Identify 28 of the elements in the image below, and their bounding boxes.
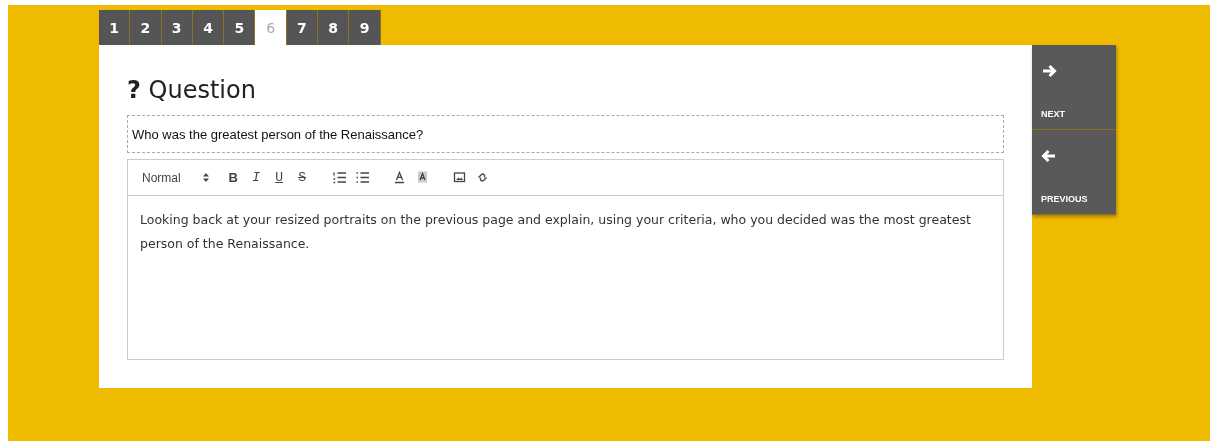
previous-button[interactable]: PREVIOUS (1032, 130, 1116, 215)
image-icon[interactable] (452, 171, 466, 184)
bold-button[interactable]: B (226, 170, 240, 185)
format-select[interactable]: Normal (142, 170, 209, 185)
page-tab[interactable]: 3 (161, 10, 193, 45)
strike-button[interactable]: S (295, 170, 309, 185)
page-tab[interactable]: 4 (192, 10, 225, 45)
ordered-list-icon[interactable] (332, 171, 346, 184)
page-tab[interactable]: 8 (318, 10, 350, 45)
underline-button[interactable]: U (272, 170, 286, 185)
right-arrow-icon (1041, 63, 1057, 79)
left-arrow-icon (1041, 148, 1057, 164)
highlight-icon[interactable] (415, 171, 429, 184)
page-tab[interactable]: 9 (349, 10, 381, 45)
page-tab[interactable]: 2 (130, 10, 162, 45)
bullet-list-icon[interactable] (355, 171, 369, 184)
caret-icon (202, 173, 209, 182)
page-tab[interactable]: 5 (224, 10, 256, 45)
text-color-icon[interactable] (392, 171, 406, 184)
button-label: NEXT (1041, 109, 1065, 119)
button-label: PREVIOUS (1041, 194, 1088, 204)
answer-field[interactable]: Looking back at your resized portraits on the previous page and explain, using your criteria, who you decided was the most greatest person of the Renaissance. (128, 196, 1003, 268)
next-button[interactable]: NEXT (1032, 45, 1116, 130)
italic-button[interactable]: I (249, 170, 263, 185)
question-heading: ? Question (127, 75, 257, 106)
question-field[interactable]: Who was the greatest person of the Renaissance? (127, 115, 1004, 153)
page-tab[interactable]: 7 (286, 10, 319, 45)
page-tab[interactable]: 1 (99, 10, 131, 45)
